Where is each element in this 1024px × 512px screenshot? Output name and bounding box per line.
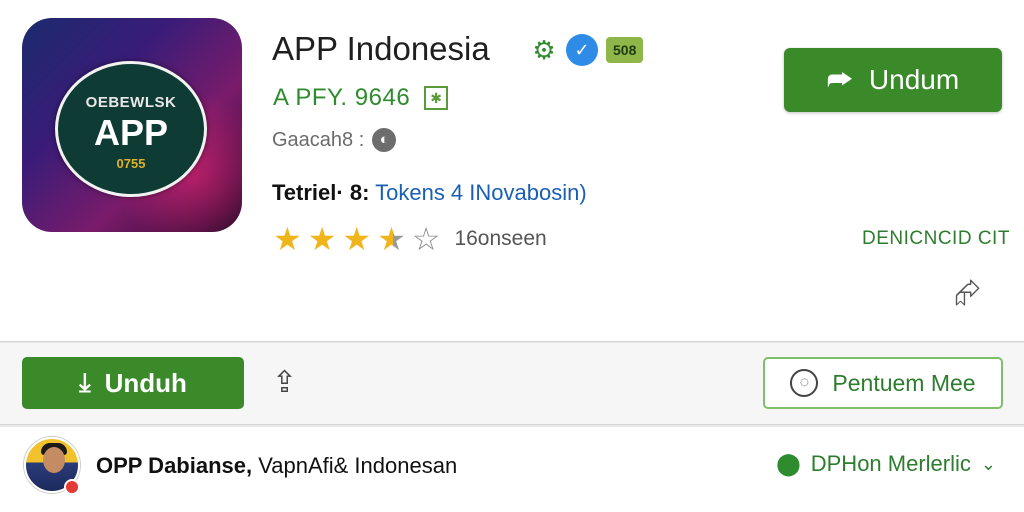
category-label: Gaacah8 : (272, 128, 365, 151)
app-icon-top-text: OEBEWLSK (85, 94, 177, 111)
content-rating-icon: ✱ (424, 86, 449, 110)
chat-icon: ◌ (790, 369, 819, 397)
publisher-text[interactable]: OPP Dabianse, VapnAfi& Indonesan (96, 453, 457, 479)
region-selector[interactable]: ⬤ DPHon Merlerlic ⌄ (776, 451, 996, 477)
app-icon-main-text: APP (93, 112, 169, 153)
version-badge: 508 (606, 37, 644, 63)
info-label: Tetriel· 8: (272, 180, 370, 205)
region-label: DPHon Merlerlic (810, 451, 971, 476)
app-title: APP Indonesia (272, 30, 490, 67)
app-icon-sub-text: 0755 (116, 156, 146, 171)
avatar-badge (64, 479, 80, 495)
status-tag: DENICNCID CIT (862, 228, 1010, 249)
download-arrow-icon: ⮫ (826, 63, 853, 95)
star-icon: ★ (307, 221, 337, 257)
info-link[interactable]: Tokens 4 INovabosin) (375, 180, 587, 205)
app-details-card: OEBEWLSK APP 0755 APP Indonesia ⚙ ✓ 508 … (0, 0, 1024, 342)
title-badges: ⚙ ✓ 508 (530, 34, 644, 66)
half-star-icon: ★ (377, 221, 406, 257)
publisher-detail: VapnAfi& Indonesan (252, 453, 458, 478)
app-icon[interactable]: OEBEWLSK APP 0755 (22, 18, 242, 232)
download-button-label: Undum (868, 64, 960, 95)
action-bar: ⤓ Unduh ⇪ ◌ Pentuem Mee (0, 343, 1024, 425)
download-label: Unduh (104, 367, 187, 398)
download-button-primary[interactable]: ⮫ Undum (784, 48, 1002, 112)
app-icon-emblem: OEBEWLSK APP 0755 (55, 61, 207, 197)
chevron-down-icon: ⌄ (980, 453, 996, 474)
developer-row: A PFY. 9646 ✱ (273, 84, 449, 112)
rating-stars: ★ ★ ★ ★ ☆ 16onseen (273, 221, 547, 257)
download-button[interactable]: ⤓ Unduh (22, 357, 244, 409)
download-icon: ⤓ (79, 367, 91, 397)
secondary-button-label: Pentuem Mee (832, 369, 976, 396)
empty-star-icon: ☆ (411, 221, 441, 257)
star-icon: ★ (273, 221, 302, 257)
share-icon[interactable]: ⮳ (954, 274, 981, 313)
gear-icon: ⚙ (532, 35, 556, 65)
developer-name[interactable]: A PFY. 9646 (273, 84, 410, 112)
info-row: Tetriel· 8: Tokens 4 INovabosin) (272, 180, 587, 206)
globe-icon[interactable]: ◐ (372, 128, 397, 152)
share-button-icon[interactable]: ⇪ (272, 365, 297, 400)
secondary-button[interactable]: ◌ Pentuem Mee (763, 357, 1003, 409)
rating-count: 16onseen (454, 227, 547, 250)
location-pin-icon: ⬤ (776, 451, 801, 476)
category-row: Gaacah8 : ◐ (272, 128, 397, 152)
verified-icon: ✓ (566, 34, 598, 66)
star-icon: ★ (342, 221, 372, 257)
publisher-name: OPP Dabianse, (96, 453, 253, 478)
publisher-footer: OPP Dabianse, VapnAfi& Indonesan ⬤ DPHon… (0, 427, 1024, 512)
avatar-face (43, 447, 65, 473)
